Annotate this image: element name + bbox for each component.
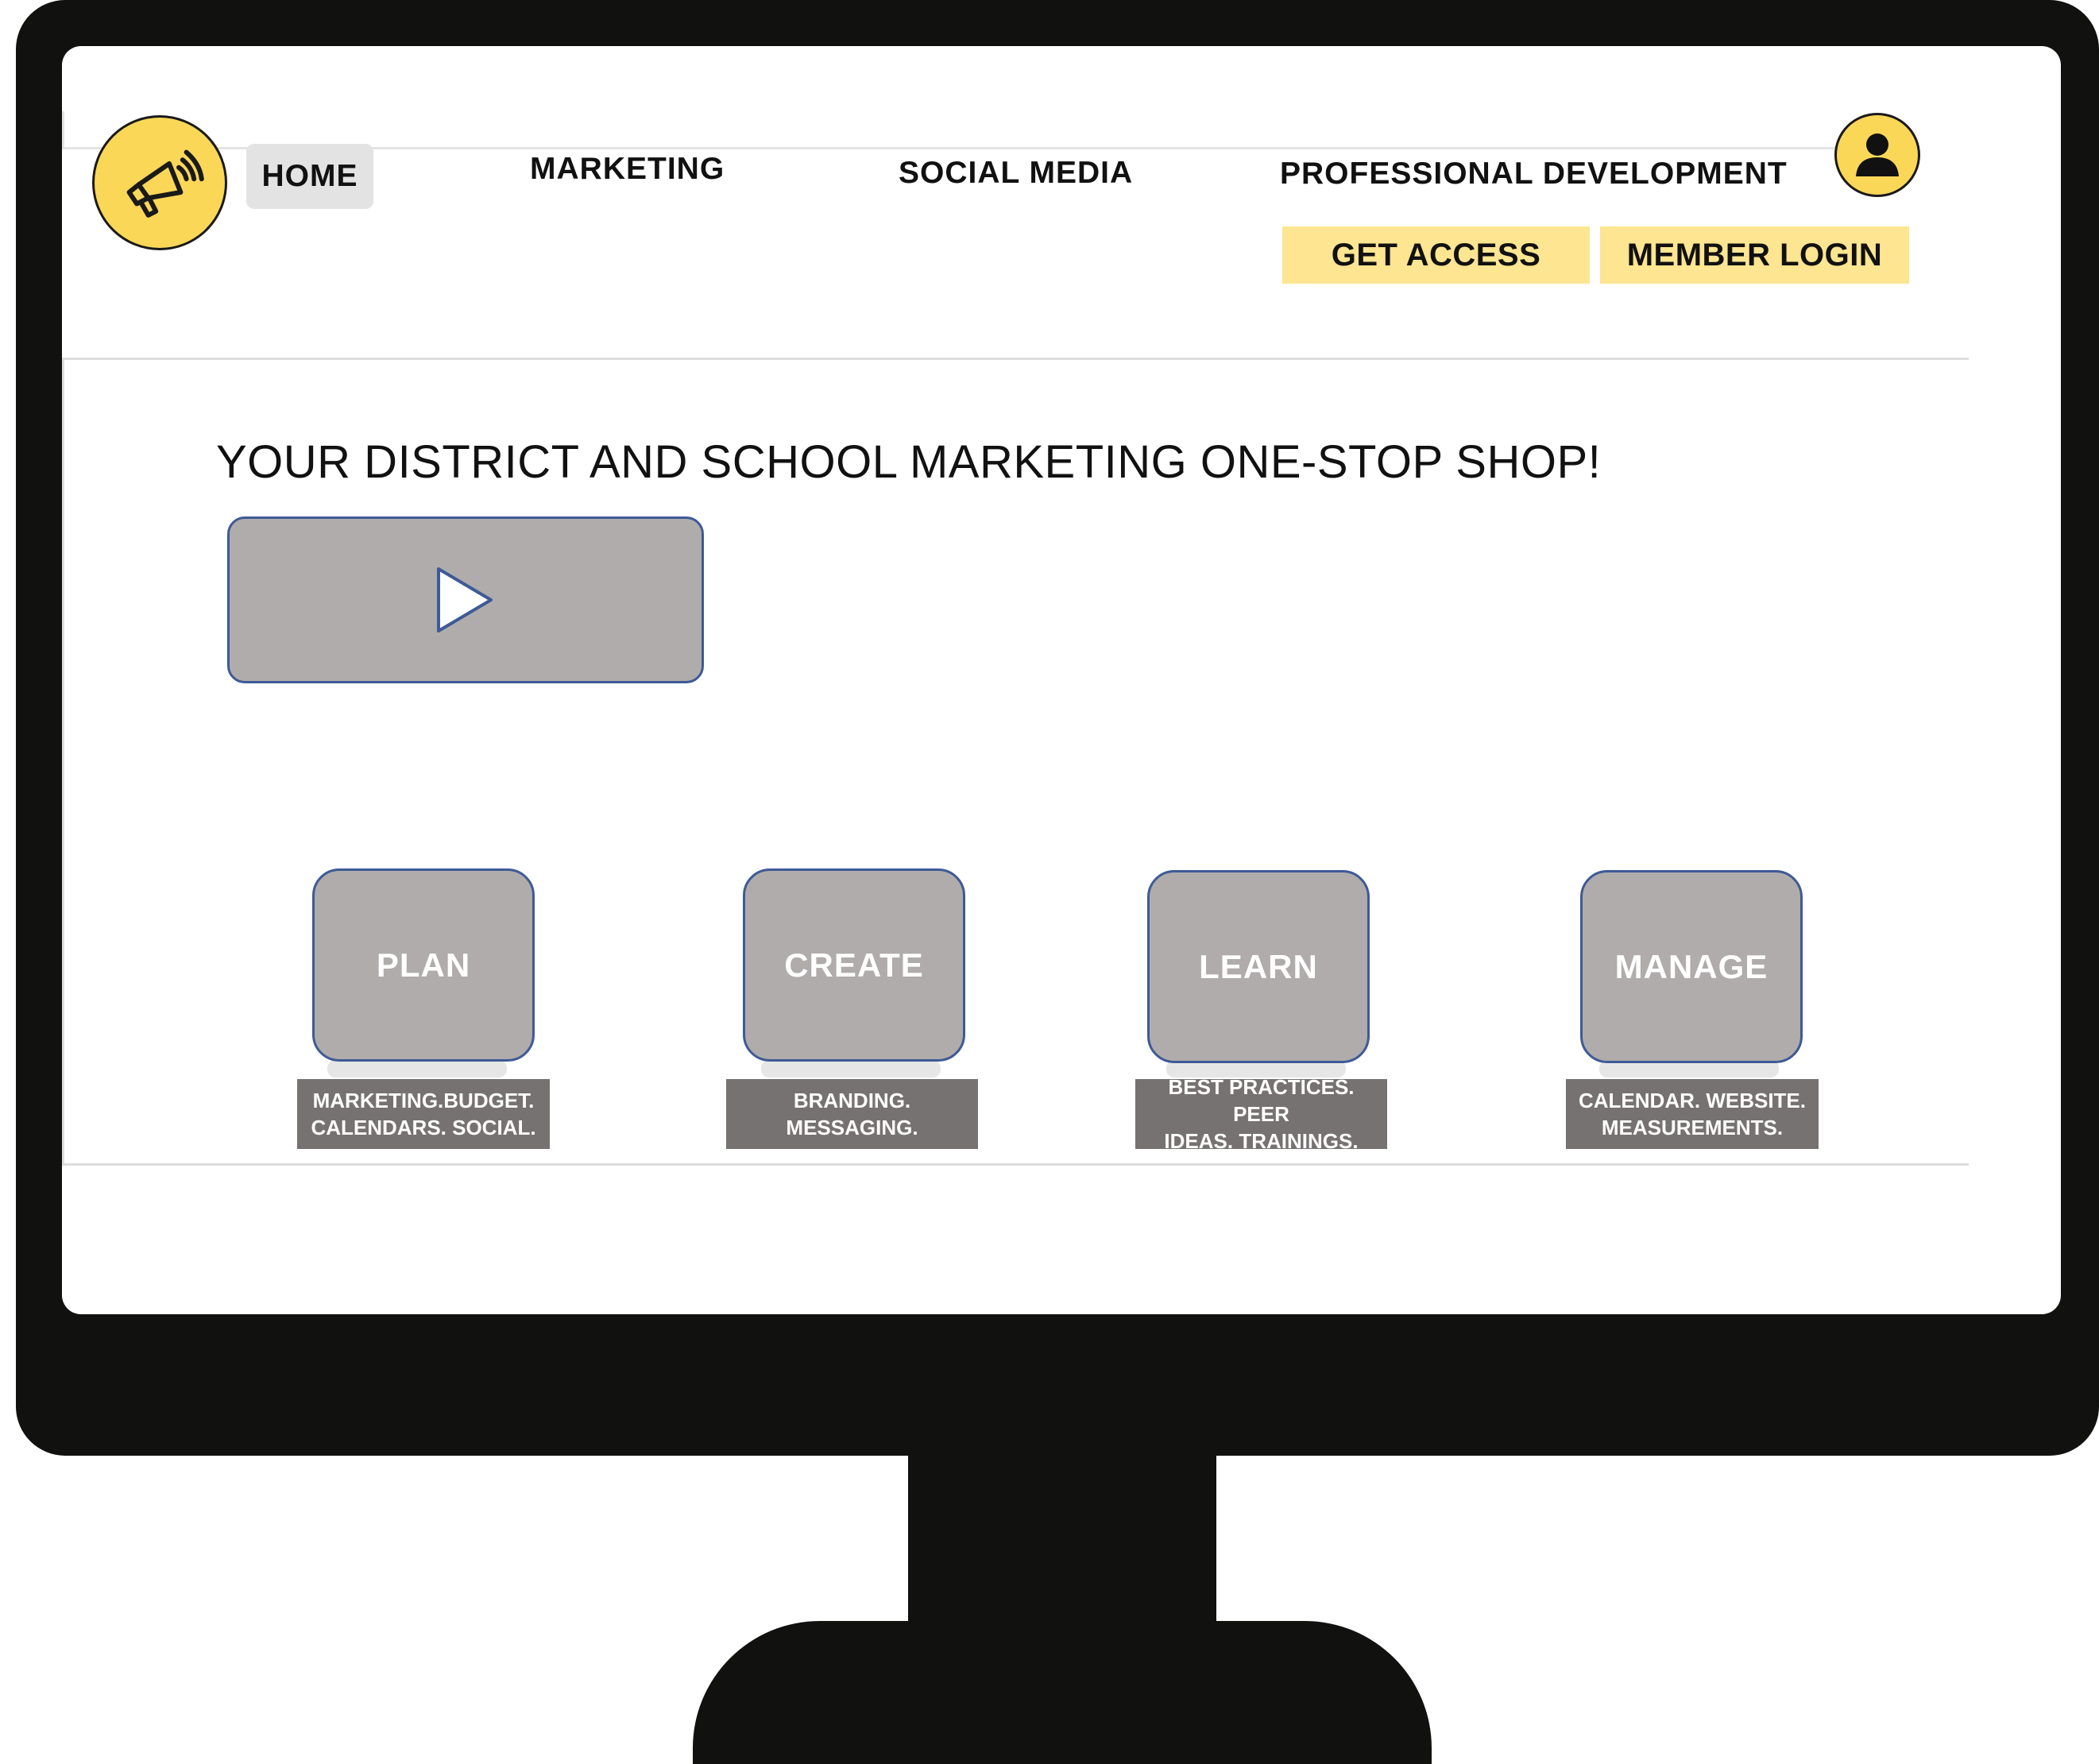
caption-line: IDEAS. TRAININGS. [1164, 1129, 1359, 1153]
caption-line: MARKETING.BUDGET. [312, 1089, 535, 1112]
nav-home-label: HOME [261, 159, 358, 193]
play-icon[interactable] [434, 564, 497, 636]
tile-plan-caption: MARKETING.BUDGET. CALENDARS. SOCIAL. [297, 1079, 550, 1149]
caption-line: CALENDAR. WEBSITE. [1579, 1089, 1806, 1112]
caption-line: MEASUREMENTS. [1601, 1116, 1784, 1139]
caption-line: MESSAGING. [786, 1116, 918, 1139]
caption-line: CALENDARS. SOCIAL. [311, 1116, 536, 1139]
nav-professional-development[interactable]: PROFESSIONAL DEVELOPMENT [1280, 157, 1788, 191]
tile-learn-label: LEARN [1199, 947, 1318, 985]
tile-shadow [761, 1060, 941, 1077]
tile-plan[interactable]: PLAN [312, 868, 535, 1062]
caption-line: BEST PRACTICES. PEER [1168, 1075, 1355, 1126]
tile-plan-label: PLAN [376, 946, 471, 984]
tile-create-label: CREATE [784, 946, 924, 984]
tile-create-caption: BRANDING. MESSAGING. [726, 1079, 978, 1149]
site-logo[interactable] [92, 115, 227, 250]
nav-social-media[interactable]: SOCIAL MEDIA [899, 156, 1133, 191]
user-icon [1856, 133, 1899, 176]
hero-title: YOUR DISTRICT AND SCHOOL MARKETING ONE-S… [216, 436, 1602, 488]
tile-shadow [327, 1060, 507, 1077]
caption-line: BRANDING. [793, 1089, 911, 1112]
tile-manage-label: MANAGE [1614, 947, 1768, 985]
tile-manage[interactable]: MANAGE [1580, 870, 1803, 1063]
tile-learn[interactable]: LEARN [1147, 870, 1370, 1063]
monitor-stand-neck [908, 1454, 1216, 1633]
nav-marketing[interactable]: MARKETING [530, 152, 725, 187]
get-access-button[interactable]: GET ACCESS [1282, 226, 1590, 284]
megaphone-icon [126, 149, 204, 218]
tile-learn-caption: BEST PRACTICES. PEER IDEAS. TRAININGS. [1135, 1075, 1387, 1153]
tile-manage-caption: CALENDAR. WEBSITE. MEASUREMENTS. [1566, 1079, 1819, 1149]
header-divider-left [62, 111, 64, 149]
monitor-stand-base [693, 1621, 1432, 1764]
video-player[interactable] [227, 516, 704, 683]
nav-home[interactable]: HOME [246, 144, 373, 209]
tile-create[interactable]: CREATE [743, 868, 965, 1062]
member-login-button[interactable]: MEMBER LOGIN [1600, 226, 1909, 284]
user-account-button[interactable] [1834, 113, 1920, 197]
